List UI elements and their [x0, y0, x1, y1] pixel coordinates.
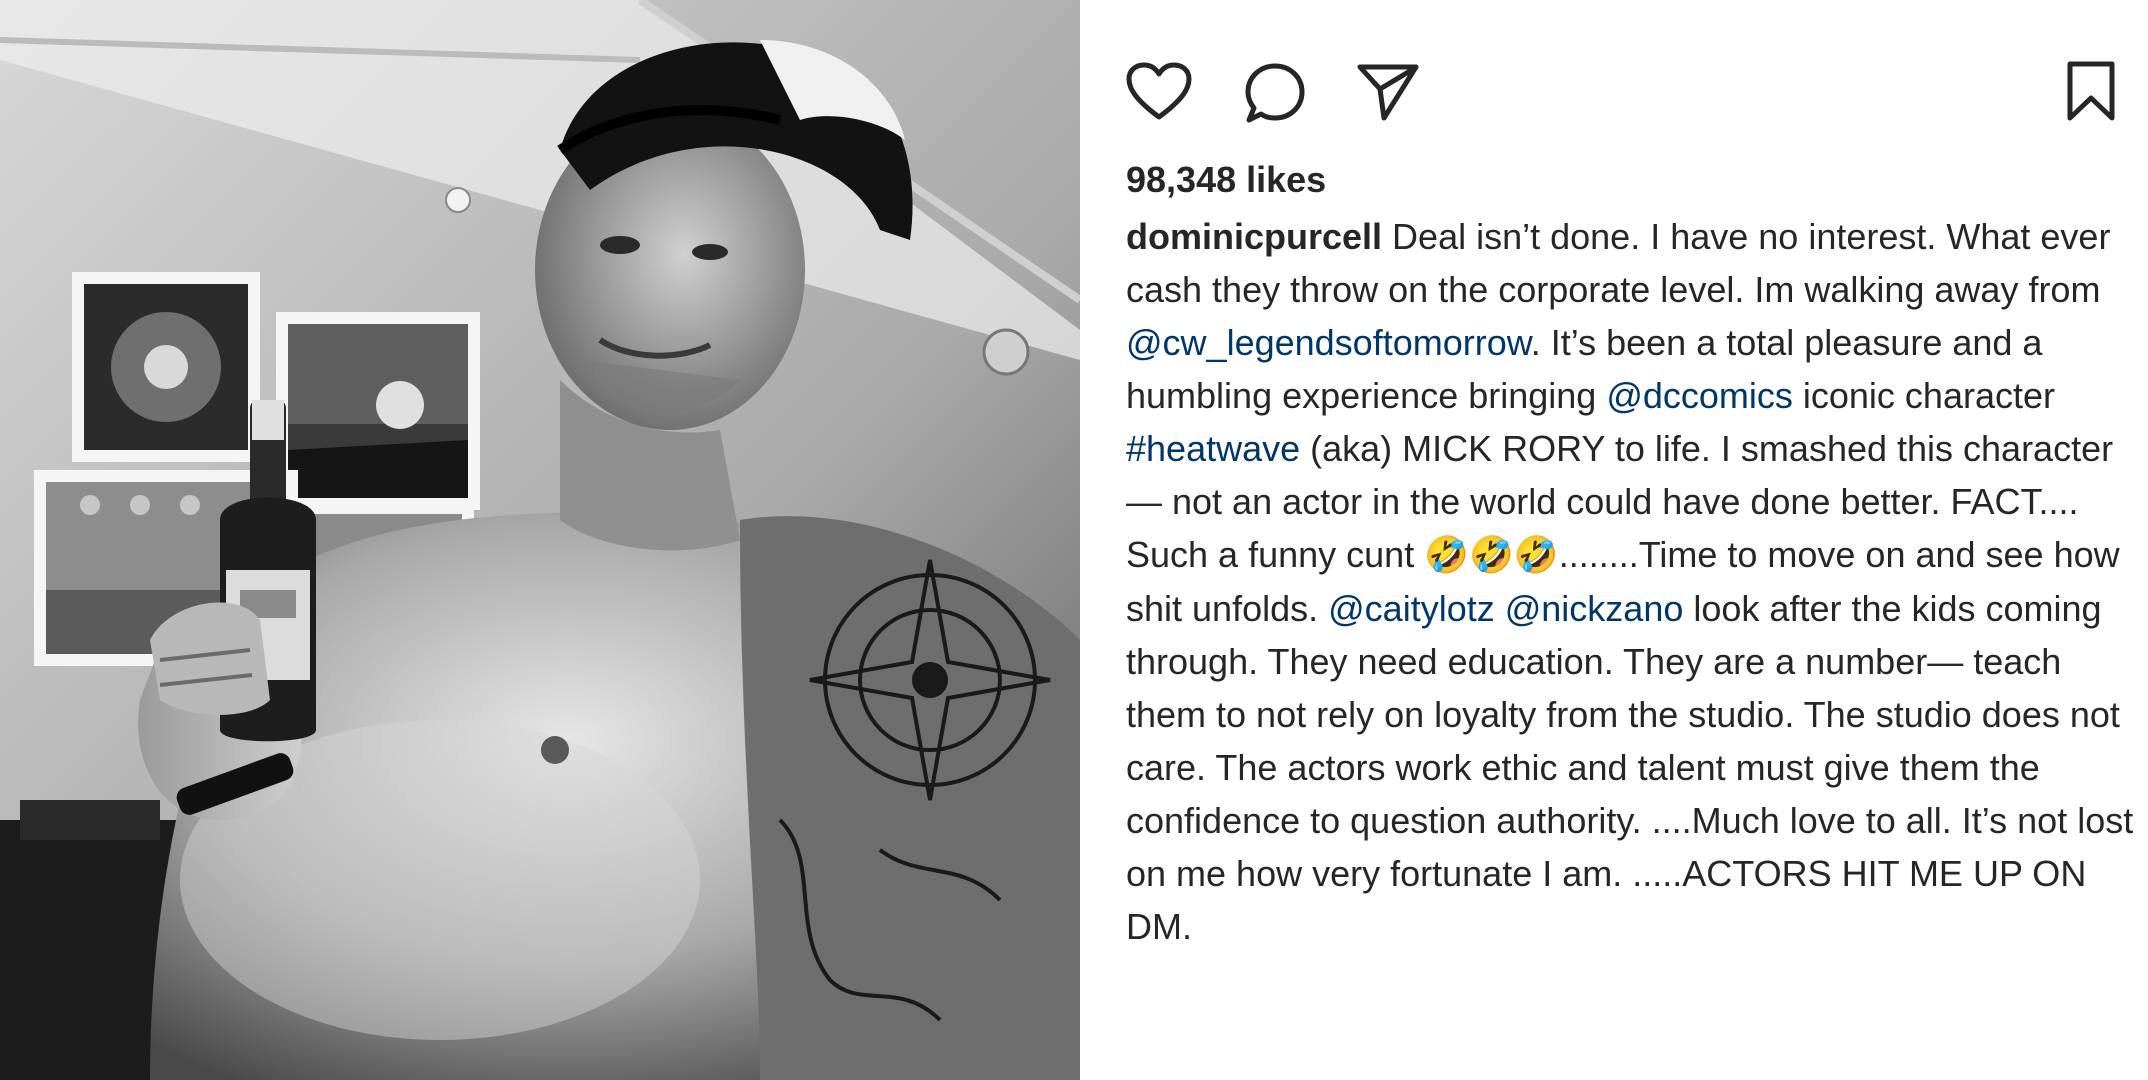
photo-illustration — [0, 0, 1080, 1080]
wall-frame-1 — [72, 272, 260, 462]
mention-link[interactable]: @nickzano — [1505, 588, 1684, 629]
caption-text: iconic character — [1792, 375, 2055, 416]
paper-plane-icon[interactable] — [1356, 62, 1420, 122]
heart-icon[interactable] — [1126, 62, 1192, 122]
action-bar — [1080, 0, 2148, 160]
comment-bubble-icon[interactable] — [1244, 62, 1306, 124]
wall-frame-2 — [276, 312, 480, 510]
caption-text: look after the kids coming through. They… — [1126, 588, 2134, 947]
mention-link[interactable]: @caitylotz — [1328, 588, 1495, 629]
laughing-emoji: 🤣🤣🤣 — [1424, 535, 1559, 576]
caption-text — [1495, 588, 1505, 629]
mention-link[interactable]: @cw_legendsoftomorrow — [1126, 322, 1531, 363]
caption-username[interactable]: dominicpurcell — [1126, 216, 1382, 257]
mention-link[interactable]: @dccomics — [1606, 375, 1793, 416]
post-photo[interactable] — [0, 0, 1080, 1080]
likes-count[interactable]: 98,348 likes — [1126, 158, 1326, 202]
post-caption: dominicpurcell Deal isn’t done. I have n… — [1126, 210, 2136, 953]
post-details-panel: 98,348 likes dominicpurcell Deal isn’t d… — [1080, 0, 2148, 1080]
bookmark-icon[interactable] — [2066, 60, 2116, 122]
hashtag-link[interactable]: #heatwave — [1126, 428, 1300, 469]
